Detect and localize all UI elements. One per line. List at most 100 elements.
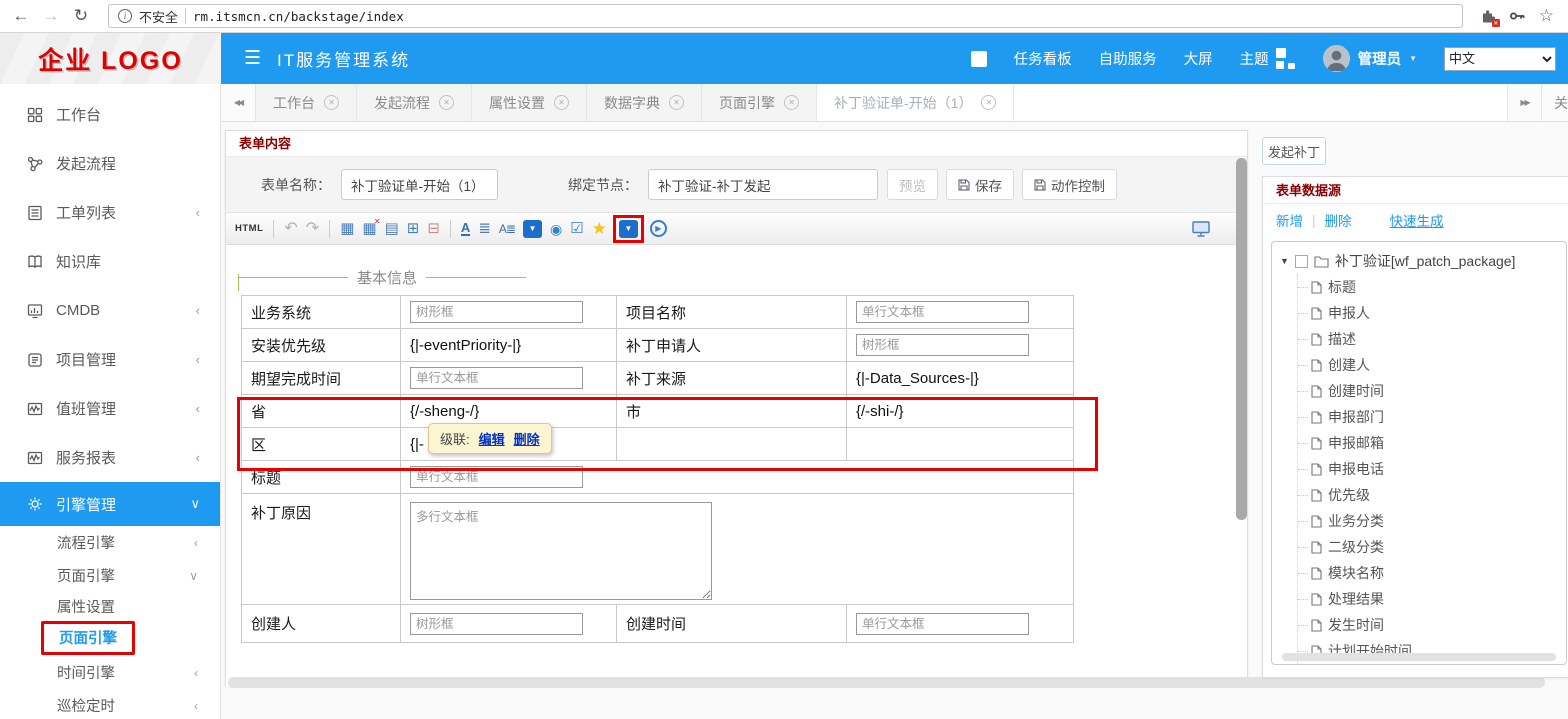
tree-item[interactable]: 二级分类 bbox=[1298, 534, 1566, 560]
sidebar-item-report[interactable]: 服务报表 ‹ bbox=[0, 433, 220, 482]
tree-item[interactable]: 业务分类 bbox=[1298, 508, 1566, 534]
tree-horizontal-scrollbar[interactable] bbox=[1282, 653, 1556, 661]
tab-scroll-left-icon[interactable]: ◀◀ bbox=[221, 84, 256, 121]
tree-root-node[interactable]: ▼ 补丁验证[wf_patch_package] bbox=[1280, 248, 1566, 274]
tree-expand-icon[interactable]: ▼ bbox=[1280, 256, 1289, 266]
launch-patch-button[interactable]: 发起补丁 bbox=[1262, 137, 1326, 165]
tree-item[interactable]: 处理结果 bbox=[1298, 586, 1566, 612]
sidebar-item-duty[interactable]: 值班管理 ‹ bbox=[0, 384, 220, 433]
browser-forward-icon[interactable]: → bbox=[40, 6, 62, 26]
language-select[interactable]: 中文 bbox=[1444, 47, 1556, 71]
tree-item[interactable]: 申报邮箱 bbox=[1298, 430, 1566, 456]
insert-checkbox-widget-icon[interactable]: ☑ bbox=[570, 221, 583, 236]
tree-item[interactable]: 发生时间 bbox=[1298, 612, 1566, 638]
sidebar-item-engine[interactable]: 引擎管理 ∨ bbox=[0, 482, 220, 526]
menu-toggle-icon[interactable]: ☰ bbox=[244, 47, 261, 70]
tab-close-icon[interactable]: ✕ bbox=[554, 95, 569, 110]
tab-start-flow[interactable]: 发起流程 ✕ bbox=[357, 84, 472, 121]
sidebar-item-ticket-list[interactable]: 工单列表 ‹ bbox=[0, 188, 220, 237]
sidebar-subitem-inspection-schedule[interactable]: 巡检定时 ‹ bbox=[0, 689, 220, 719]
browser-refresh-icon[interactable]: ↻ bbox=[70, 6, 92, 26]
sidebar-item-start-flow[interactable]: 发起流程 bbox=[0, 139, 220, 188]
text-field[interactable] bbox=[856, 613, 1029, 635]
text-field[interactable] bbox=[410, 466, 583, 488]
line-style-icon[interactable]: ≣ bbox=[478, 221, 491, 236]
browser-address-bar[interactable]: i 不安全 rm.itsmcn.cn/backstage/index bbox=[108, 4, 1463, 28]
tab-page-engine[interactable]: 页面引擎 ✕ bbox=[702, 84, 817, 121]
topbar-item-task-board[interactable]: 任务看板 bbox=[1014, 48, 1072, 69]
delete-link[interactable]: 删除 bbox=[1325, 210, 1352, 230]
browser-back-icon[interactable]: ← bbox=[10, 6, 32, 26]
tree-select-field[interactable] bbox=[410, 301, 583, 323]
tree-select-field[interactable] bbox=[856, 334, 1029, 356]
fullscreen-monitor-icon[interactable] bbox=[1192, 221, 1210, 237]
insert-star-widget-icon[interactable]: ★ bbox=[592, 220, 607, 237]
cascade-delete-link[interactable]: 删除 bbox=[514, 429, 540, 448]
key-icon[interactable] bbox=[1509, 7, 1527, 25]
sidebar-subitem-attribute-settings[interactable]: 属性设置 bbox=[0, 592, 220, 620]
info-icon[interactable]: i bbox=[118, 9, 132, 23]
font-color-icon[interactable]: A bbox=[461, 221, 470, 236]
tab-patch-form-active[interactable]: 补丁验证单-开始（1） ✕ bbox=[817, 84, 1014, 121]
sidebar-subitem-time-engine[interactable]: 时间引擎 ‹ bbox=[0, 656, 220, 689]
topbar-item-theme[interactable]: 主题 bbox=[1240, 48, 1296, 69]
tree-item[interactable]: 创建人 bbox=[1298, 352, 1566, 378]
sidebar-item-workbench[interactable]: 工作台 bbox=[0, 90, 220, 139]
tree-item[interactable]: 申报电话 bbox=[1298, 456, 1566, 482]
tab-close-icon[interactable]: ✕ bbox=[439, 95, 454, 110]
tree-item[interactable]: 申报部门 bbox=[1298, 404, 1566, 430]
sidebar-item-cmdb[interactable]: CMDB ‹ bbox=[0, 286, 220, 335]
tab-close-icon[interactable]: ✕ bbox=[669, 95, 684, 110]
tree-item[interactable]: 优先级 bbox=[1298, 482, 1566, 508]
quick-generate-link[interactable]: 快速生成 bbox=[1390, 210, 1444, 230]
extension-puzzle-icon[interactable]: ✕ bbox=[1479, 7, 1497, 25]
user-menu[interactable]: 管理员 ▼ bbox=[1323, 45, 1417, 72]
sidebar-subitem-page-engine-current[interactable]: 页面引擎 bbox=[0, 620, 220, 656]
cell-properties-icon[interactable]: ▤ bbox=[385, 221, 399, 236]
text-field[interactable] bbox=[410, 367, 583, 389]
delete-column-icon[interactable]: ⊟ bbox=[427, 221, 440, 236]
tree-item[interactable]: 创建时间 bbox=[1298, 378, 1566, 404]
tab-workbench[interactable]: 工作台 ✕ bbox=[256, 84, 357, 121]
multiline-text-field[interactable] bbox=[410, 502, 712, 600]
tree-item[interactable]: 申报人 bbox=[1298, 300, 1566, 326]
paragraph-format-icon[interactable]: A≣ bbox=[499, 223, 515, 235]
insert-select-widget-icon[interactable]: ▼ bbox=[523, 220, 542, 238]
tab-attribute-settings[interactable]: 属性设置 ✕ bbox=[472, 84, 587, 121]
insert-row-icon[interactable]: ⊞ bbox=[407, 221, 420, 236]
undo-icon[interactable]: ↶ bbox=[284, 221, 297, 237]
tab-close-icon[interactable]: ✕ bbox=[981, 95, 996, 110]
tree-select-field[interactable] bbox=[410, 613, 583, 635]
html-source-icon[interactable]: HTML bbox=[235, 224, 263, 234]
redo-icon[interactable]: ↷ bbox=[306, 221, 319, 237]
topbar-item-self-service[interactable]: 自助服务 bbox=[1099, 48, 1157, 69]
topbar-item-big-screen[interactable]: 大屏 bbox=[1184, 48, 1213, 69]
tree-item[interactable]: 模块名称 bbox=[1298, 560, 1566, 586]
vertical-scrollbar[interactable] bbox=[1236, 158, 1247, 520]
horizontal-scrollbar[interactable] bbox=[228, 677, 1545, 688]
sidebar-subitem-flow-engine[interactable]: 流程引擎 ‹ bbox=[0, 526, 220, 559]
sidebar-item-project[interactable]: 项目管理 ‹ bbox=[0, 335, 220, 384]
tab-close-icon[interactable]: ✕ bbox=[324, 95, 339, 110]
insert-cascade-select-icon[interactable]: ▼ bbox=[619, 220, 638, 238]
preview-button[interactable]: 预览 bbox=[887, 169, 938, 200]
tree-item[interactable]: 标题 bbox=[1298, 274, 1566, 300]
layout-square-icon[interactable] bbox=[971, 51, 987, 67]
insert-radio-widget-icon[interactable]: ◉ bbox=[550, 222, 562, 236]
tab-close-icon[interactable]: ✕ bbox=[784, 95, 799, 110]
cascade-edit-link[interactable]: 编辑 bbox=[479, 429, 505, 448]
close-all-tabs-button[interactable]: 关闭 bbox=[1542, 84, 1568, 121]
bookmark-star-icon[interactable]: ☆ bbox=[1539, 6, 1554, 26]
tab-data-dictionary[interactable]: 数据字典 ✕ bbox=[587, 84, 702, 121]
form-name-input[interactable] bbox=[341, 169, 498, 200]
delete-table-icon[interactable]: ▦✕ bbox=[362, 221, 376, 236]
bind-node-input[interactable] bbox=[648, 169, 878, 200]
sidebar-subitem-page-engine-group[interactable]: 页面引擎 ∨ bbox=[0, 559, 220, 592]
text-field[interactable] bbox=[856, 301, 1029, 323]
action-control-button[interactable]: 动作控制 bbox=[1022, 169, 1117, 200]
add-link[interactable]: 新增 bbox=[1276, 210, 1303, 230]
insert-table-icon[interactable]: ▦ bbox=[340, 221, 354, 236]
tab-scroll-right-icon[interactable]: ▶▶ bbox=[1507, 84, 1542, 121]
tree-item[interactable]: 描述 bbox=[1298, 326, 1566, 352]
tree-checkbox[interactable] bbox=[1295, 255, 1308, 268]
